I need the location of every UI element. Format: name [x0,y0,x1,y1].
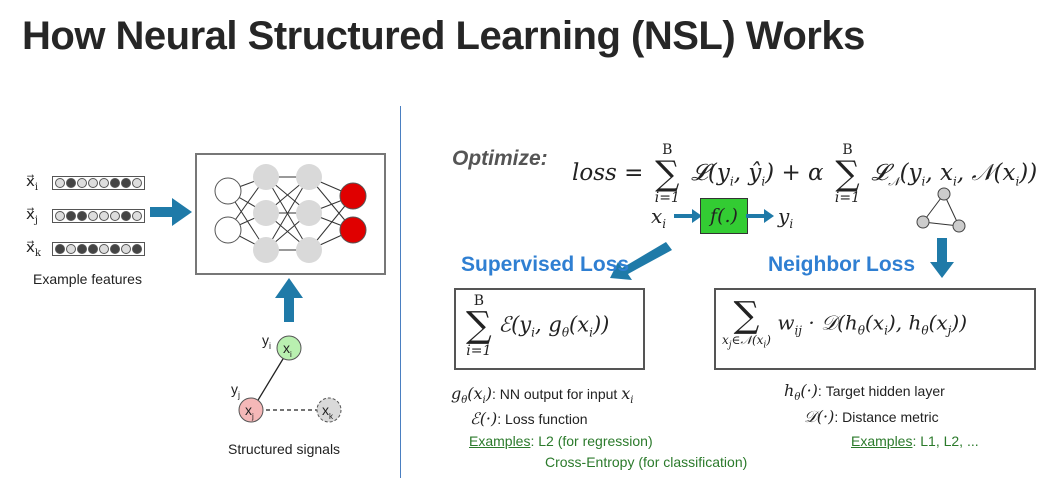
examples-neighbor: Examples: L1, L2, ... [851,433,979,449]
def-g-theta: gθ(xi): NN output for input xi [451,384,634,407]
supervised-loss-box: B ∑ i=1 ℰ(yi, gθ(xi)) [454,288,645,370]
arrow-right-icon [150,198,192,226]
label-yj: yj [231,381,240,400]
supervised-loss-expr: B ∑ i=1 ℰ(yi, gθ(xi)) [466,293,610,359]
flow-arrow-2-icon [746,209,774,223]
neighbor-loss-heading: Neighbor Loss [768,253,916,276]
arrow-up-icon [275,278,303,322]
neighbor-loss-box: ∑ xj∈𝒩(xi) wij · 𝒟(hθ(xi), hθ(xj)) [714,288,1036,370]
examples-supervised: Examples: L2 (for regression) [469,433,653,449]
neighbor-loss-expr: ∑ xj∈𝒩(xi) wij · 𝒟(hθ(xi), hθ(xj)) [722,295,967,351]
flow-output: yi [778,204,794,231]
node-xi: xi [283,340,292,359]
structured-signals-label: Structured signals [228,441,341,457]
examples-supervised-2: Cross-Entropy (for classification) [545,454,748,470]
node-xk: xk [322,402,333,421]
def-h-theta: hθ(·): Target hidden layer [784,381,945,404]
flow-input: xi [651,204,667,231]
graph-triangle-icon [916,187,966,233]
panel-divider [400,106,401,478]
arrow-down-icon [930,238,954,278]
supervised-loss-heading: Supervised Loss [461,253,630,276]
label-yi: yi [262,332,271,351]
optimize-label: Optimize: [452,147,548,170]
neural-network-diagram [150,153,386,423]
function-box: f(.) [700,198,748,234]
def-e-loss: ℰ(·): Loss function [470,409,588,428]
def-d-distance: 𝒟(·): Distance metric [804,407,939,426]
node-xj: xj [245,402,254,421]
